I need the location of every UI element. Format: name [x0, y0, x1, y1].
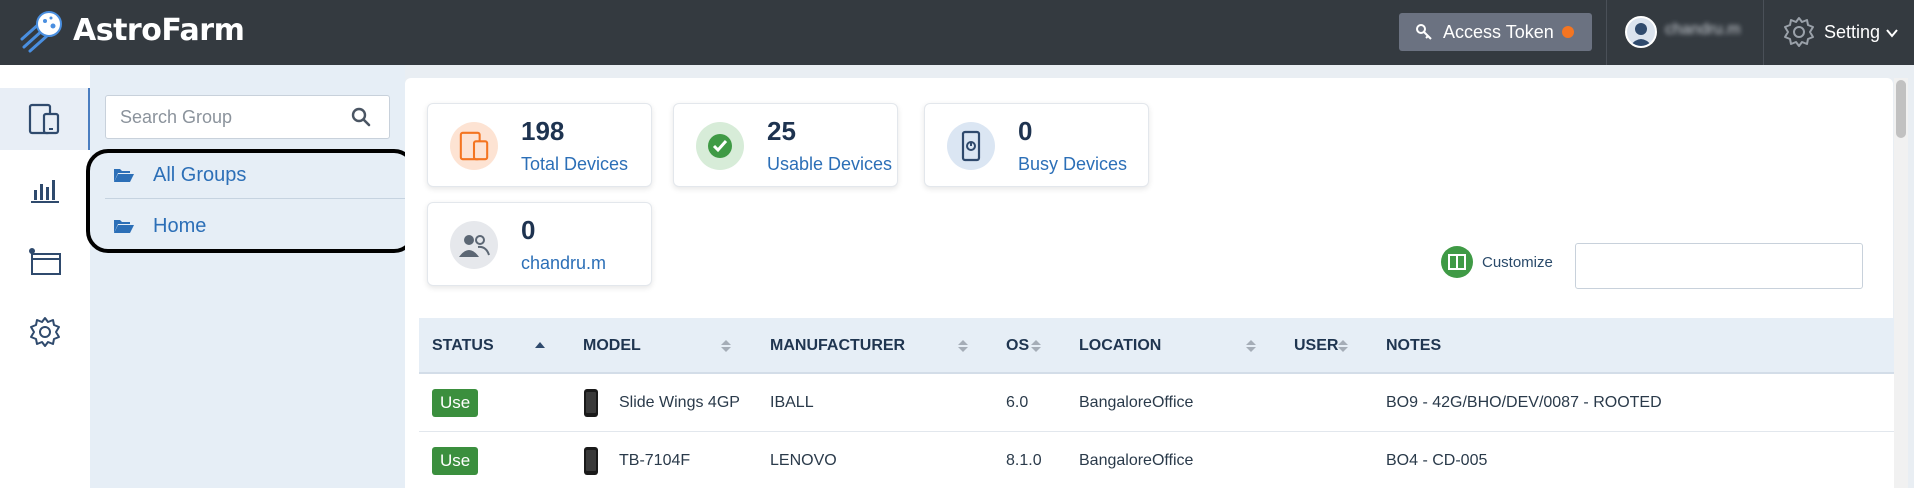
notes: BO4 - CD-005	[1386, 452, 1488, 469]
table-filter-input[interactable]	[1575, 243, 1863, 289]
table-row[interactable]: Use Slide Wings 4GP IBALL 6.0 BangaloreO…	[419, 374, 1894, 432]
model-name: Slide Wings 4GP	[619, 394, 740, 411]
column-header-user[interactable]: USER	[1294, 318, 1338, 374]
os-version: 8.1.0	[1006, 452, 1042, 469]
app-title[interactable]: AstroFarm	[73, 13, 245, 48]
status-badge[interactable]: Use	[432, 447, 479, 475]
sort-icon[interactable]	[1030, 338, 1042, 354]
stat-card-busy-devices[interactable]: 0 Busy Devices	[924, 103, 1149, 187]
nav-settings[interactable]	[0, 301, 90, 363]
os-version: 6.0	[1006, 394, 1029, 411]
phone-icon	[584, 447, 598, 475]
stat-label: Busy Devices	[1018, 154, 1128, 174]
column-header-status[interactable]: STATUS	[432, 318, 494, 374]
status-badge[interactable]: Use	[432, 389, 479, 417]
stat-label: Total Devices	[521, 154, 629, 174]
search-group-input[interactable]	[106, 96, 336, 138]
nav-reports[interactable]	[0, 159, 90, 221]
user-avatar-icon	[1630, 23, 1652, 46]
sort-icon[interactable]	[957, 338, 969, 354]
model-name: TB-7104F	[619, 452, 691, 469]
sort-asc-icon[interactable]	[534, 338, 546, 354]
gear-icon	[30, 317, 60, 347]
bar-chart-icon	[31, 180, 59, 203]
column-header-os[interactable]: OS	[1006, 318, 1029, 374]
search-icon[interactable]	[351, 107, 371, 127]
location: BangaloreOffice	[1079, 452, 1194, 469]
sort-icon[interactable]	[1245, 338, 1257, 354]
stat-value: 25	[767, 116, 796, 146]
divider	[1606, 0, 1607, 65]
stat-card-user-devices[interactable]: 0 chandru.m	[427, 202, 652, 286]
devices-icon	[28, 103, 60, 135]
column-header-notes[interactable]: NOTES	[1386, 318, 1441, 374]
notes: BO9 - 42G/BHO/DEV/0087 - ROOTED	[1386, 394, 1662, 411]
stat-card-total-devices[interactable]: 198 Total Devices	[427, 103, 652, 187]
access-token-button[interactable]: Access Token	[1399, 13, 1592, 51]
scrollbar[interactable]	[1894, 78, 1908, 488]
column-header-manufacturer[interactable]: MANUFACTURER	[770, 318, 905, 374]
top-bar: AstroFarm Access Token chandru.m Setting	[0, 0, 1914, 65]
username[interactable]: chandru.m	[1665, 21, 1741, 39]
key-icon	[1416, 24, 1432, 40]
table-row[interactable]: Use TB-7104F LENOVO 8.1.0 BangaloreOffic…	[419, 432, 1894, 488]
location: BangaloreOffice	[1079, 394, 1194, 411]
browser-window-icon	[29, 248, 61, 275]
nav-devices[interactable]	[0, 88, 90, 150]
access-token-label: Access Token	[1443, 21, 1554, 42]
stat-value: 198	[521, 116, 565, 146]
gear-icon[interactable]	[1782, 15, 1816, 49]
left-nav-rail	[0, 65, 90, 488]
customize-columns-icon[interactable]	[1441, 246, 1473, 278]
astrofarm-logo-icon[interactable]	[18, 9, 64, 55]
manufacturer: LENOVO	[770, 452, 837, 469]
table-header: STATUS MODEL MANUFACTURER OS LOCATION US…	[419, 318, 1894, 374]
stat-label: Usable Devices	[767, 154, 893, 174]
stat-value: 0	[1018, 116, 1033, 146]
sort-icon[interactable]	[1337, 338, 1349, 354]
phone-icon	[584, 389, 598, 417]
phone-timer-icon	[947, 122, 995, 170]
check-icon	[696, 122, 744, 170]
users-icon	[450, 221, 498, 269]
stat-label: chandru.m	[521, 253, 607, 273]
customize-button[interactable]: Customize	[1482, 254, 1553, 271]
sort-icon[interactable]	[720, 338, 732, 354]
highlight-annotation	[86, 149, 416, 253]
stat-card-usable-devices[interactable]: 25 Usable Devices	[673, 103, 898, 187]
avatar[interactable]	[1625, 16, 1657, 48]
setting-menu[interactable]: Setting	[1824, 22, 1880, 43]
stat-value: 0	[521, 215, 536, 245]
notification-dot	[1561, 26, 1574, 38]
column-header-model[interactable]: MODEL	[583, 318, 641, 374]
manufacturer: IBALL	[770, 394, 814, 411]
column-header-location[interactable]: LOCATION	[1079, 318, 1161, 374]
chevron-down-icon[interactable]	[1886, 28, 1898, 38]
devices-icon	[450, 122, 498, 170]
search-group-box	[105, 95, 390, 139]
nav-browser[interactable]	[0, 230, 90, 292]
scrollbar-thumb[interactable]	[1896, 80, 1906, 138]
divider	[1763, 0, 1764, 65]
